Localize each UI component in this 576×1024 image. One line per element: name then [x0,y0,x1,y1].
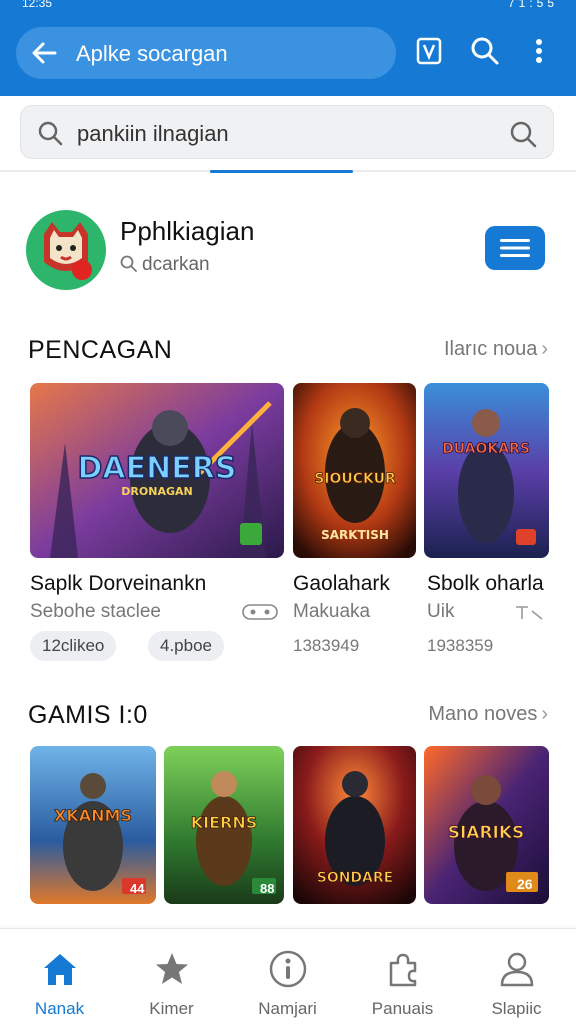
art-title: KIERNS [191,813,258,832]
search-icon [38,121,63,146]
art-title: XKANMS [54,806,132,825]
controller-icon [242,604,278,620]
game-card[interactable]: KIERNS 88 [164,746,284,904]
profile-subtitle: dcarkan [120,254,210,276]
bottom-nav: Nanak Kimer Namjari Panuais Slapiic [0,928,576,1024]
game-card[interactable]: SIARIKS 26 [424,746,549,904]
app-search-bar[interactable]: Aplke socargan [16,27,396,79]
avatar[interactable] [26,210,106,290]
status-right: 71:55 [507,0,558,10]
game-card[interactable]: SIOUCKUR SARKTISH [293,383,416,558]
art-subtitle: DRONAGAN [121,485,192,498]
chevron-right-icon: › [541,703,548,725]
game-card[interactable]: SONDARE [293,746,416,904]
share-icon[interactable] [514,603,544,621]
card-title: Sbolk oharla [427,572,544,595]
card-subtitle: Makuaka [293,601,371,622]
card-subtitle: Sebohe staclee [30,601,161,622]
download-count: 1383949 [293,636,360,655]
chevron-right-icon: › [541,338,548,360]
nav-label: Kimer [149,999,194,1018]
art-subtitle: SARKTISH [321,528,389,542]
game-artwork: DUAOKARS [424,383,549,558]
nav-item-profile[interactable]: Slapiic [459,929,574,1024]
card-badge: 88 [260,881,275,896]
search-icon[interactable] [470,36,500,66]
card-title: Gaolahark [293,572,390,595]
puzzle-icon [389,953,417,987]
nav-item-home[interactable]: Nanak [2,929,117,1024]
status-time: 12:35 [22,0,53,10]
tab-indicator [210,170,353,173]
game-card[interactable]: DAENERS DRONAGAN [30,383,284,558]
back-arrow-icon[interactable] [30,39,58,67]
section-title: PENCAGAN [28,336,173,364]
art-title: SONDARE [317,870,394,886]
nav-item-puzzle[interactable]: Panuais [345,929,460,1024]
see-more-text: Mano noves [428,703,538,725]
profile-name: Pphlkiagian [120,216,255,246]
home-icon [44,954,76,985]
status-bar: 12:35 71:55 [0,0,576,12]
app-search-text: Aplke socargan [76,41,228,66]
art-title: SIARIKS [448,823,525,843]
search-icon [120,255,137,272]
card-badge: 26 [517,876,533,892]
search-submit-icon[interactable] [509,120,537,148]
card-badge: 44 [130,881,145,896]
profile-subtitle-text: dcarkan [142,254,210,275]
nav-label: Namjari [258,999,317,1018]
card-title: Saplk Dorveinankn [30,572,207,595]
menu-button[interactable] [485,226,545,270]
game-card[interactable]: DUAOKARS [424,383,549,558]
cat-logo-icon [44,222,92,280]
game-artwork: SIOUCKUR SARKTISH [293,383,416,558]
card-subtitle: Uik [427,601,455,622]
see-more-text: Ilarıc noua [443,338,538,360]
search-input[interactable]: pankiin ilnagian [77,121,229,147]
game-artwork: SONDARE [293,746,416,904]
more-vert-icon[interactable] [524,36,554,66]
art-title: DAENERS [78,451,237,486]
see-more-link[interactable]: Mano noves › [428,703,548,726]
v-badge-icon[interactable] [414,36,444,66]
section-title: GAMIS I:0 [28,701,148,729]
info-circle-icon [269,950,307,988]
app-bar: 12:35 71:55 Aplke socargan [0,0,576,96]
tag-pill[interactable]: 12clikeo [30,631,117,661]
game-artwork: DAENERS DRONAGAN [30,383,284,558]
nav-item-star[interactable]: Kimer [114,929,229,1024]
search-field[interactable]: pankiin ilnagian [20,105,554,159]
nav-label: Panuais [371,999,434,1018]
person-icon [500,952,534,987]
art-title: DUAOKARS [442,441,530,457]
see-more-link[interactable]: Ilarıc noua › [444,338,548,361]
star-icon [156,953,188,984]
nav-label: Nanak [34,999,85,1018]
tag-pill[interactable]: 4.pboe [148,631,224,661]
game-card[interactable]: XKANMS 44 [30,746,156,904]
download-count: 1938359 [427,636,494,655]
hamburger-icon [500,239,530,257]
art-title: SIOUCKUR [314,471,396,487]
nav-item-info[interactable]: Namjari [230,929,345,1024]
nav-label: Slapiic [491,999,542,1018]
